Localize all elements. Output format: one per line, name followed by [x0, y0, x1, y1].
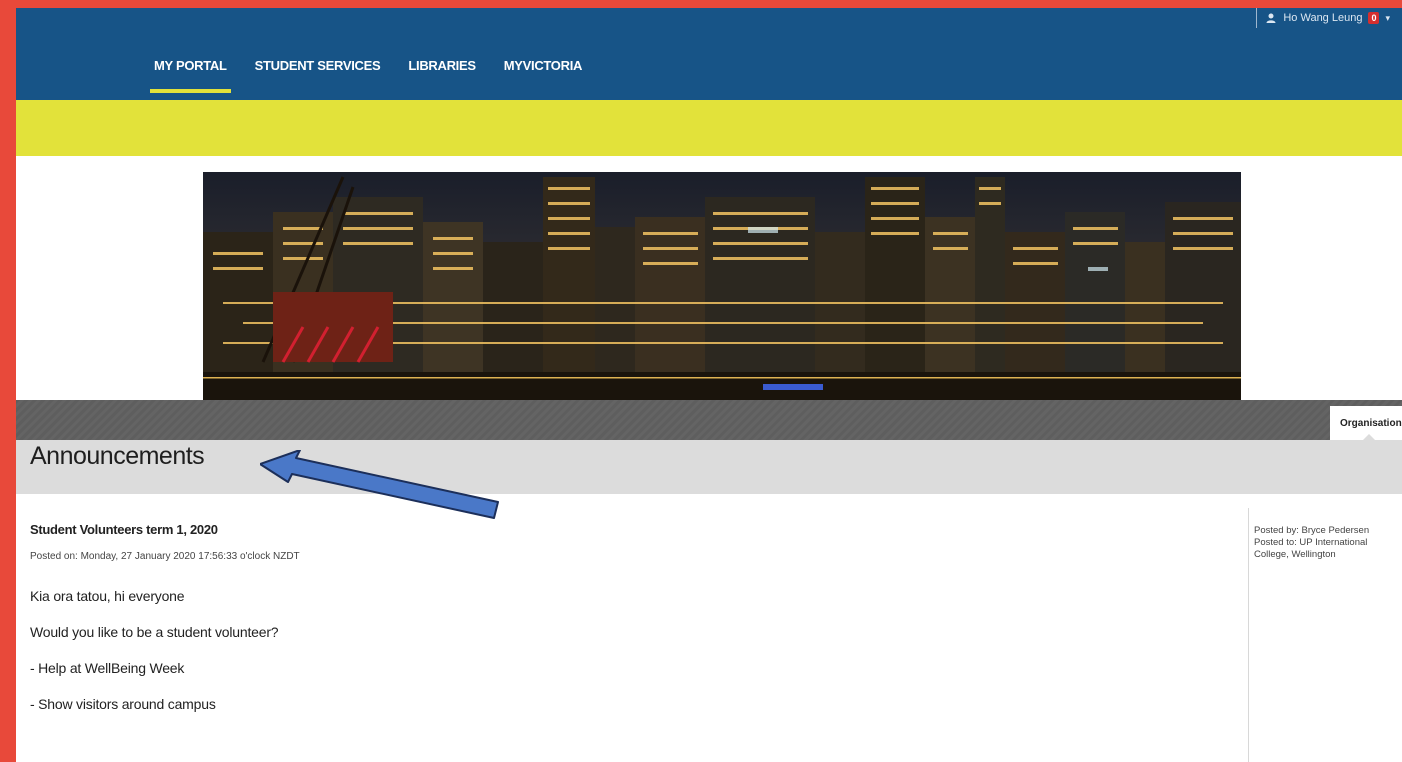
- top-navigation: Ho Wang Leung 0 ▾ MY PORTAL STUDENT SERV…: [16, 8, 1402, 100]
- post-body-line: Kia ora tatou, hi everyone: [30, 588, 185, 604]
- announcement-post: Student Volunteers term 1, 2020 Posted o…: [30, 522, 1230, 732]
- post-date: Posted on: Monday, 27 January 2020 17:56…: [30, 551, 300, 562]
- user-menu[interactable]: Ho Wang Leung 0 ▾: [1256, 8, 1390, 28]
- post-body-line: - Help at WellBeing Week: [30, 660, 185, 676]
- post-body-line: - Show visitors around campus: [30, 696, 216, 712]
- chevron-down-icon[interactable]: ▾: [1385, 13, 1390, 24]
- skyline-image: [203, 176, 1241, 400]
- posted-by: Posted by: Bryce Pedersen: [1254, 525, 1370, 536]
- city-skyline-banner: [203, 172, 1241, 400]
- tab-libraries[interactable]: LIBRARIES: [394, 48, 489, 93]
- section-bar: [16, 400, 1402, 440]
- tab-myvictoria[interactable]: MYVICTORIA: [490, 48, 596, 93]
- org-tab-label: Organisation: [1340, 417, 1402, 429]
- accent-bar: [16, 100, 1402, 156]
- post-title[interactable]: Student Volunteers term 1, 2020: [30, 522, 1230, 537]
- annotation-arrow-icon: [260, 450, 499, 519]
- user-icon: [1266, 13, 1276, 23]
- tab-organisation[interactable]: Organisation: [1330, 406, 1402, 441]
- posted-to: Posted to: UP International College, Wel…: [1254, 537, 1368, 560]
- announcements-title: Announcements: [30, 442, 205, 470]
- user-name[interactable]: Ho Wang Leung: [1283, 12, 1362, 24]
- tab-my-portal[interactable]: MY PORTAL: [140, 48, 241, 93]
- post-body-line: Would you like to be a student volunteer…: [30, 624, 279, 640]
- post-meta: Posted by: Bryce Pedersen Posted to: UP …: [1254, 525, 1402, 561]
- portal-page: Ho Wang Leung 0 ▾ MY PORTAL STUDENT SERV…: [16, 8, 1402, 762]
- notification-badge[interactable]: 0: [1368, 12, 1380, 24]
- main-tabs: MY PORTAL STUDENT SERVICES LIBRARIES MYV…: [140, 48, 596, 93]
- column-divider: [1248, 508, 1249, 762]
- announcements-header: [16, 440, 1402, 494]
- tab-student-services[interactable]: STUDENT SERVICES: [241, 48, 395, 93]
